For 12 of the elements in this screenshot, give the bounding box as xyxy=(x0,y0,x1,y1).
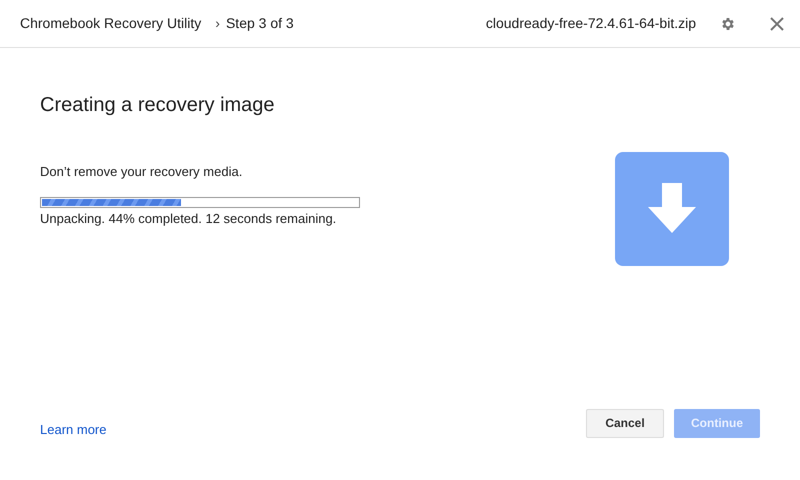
app-title: Chromebook Recovery Utility xyxy=(20,14,202,33)
file-name: cloudready-free-72.4.61-64-bit.zip xyxy=(486,14,696,33)
close-icon[interactable] xyxy=(770,16,784,30)
step-indicator: Step 3 of 3 xyxy=(226,14,294,33)
settings-icon[interactable] xyxy=(720,16,736,32)
learn-more-link[interactable]: Learn more xyxy=(40,420,106,439)
progress-status: Unpacking. 44% completed. 12 seconds remaining. xyxy=(40,210,338,228)
page-title: Creating a recovery image xyxy=(40,93,276,118)
breadcrumb-separator: › xyxy=(215,14,220,33)
cancel-button[interactable]: Cancel xyxy=(586,408,664,438)
download-icon xyxy=(615,152,729,266)
instruction-text: Don’t remove your recovery media. xyxy=(40,163,244,181)
